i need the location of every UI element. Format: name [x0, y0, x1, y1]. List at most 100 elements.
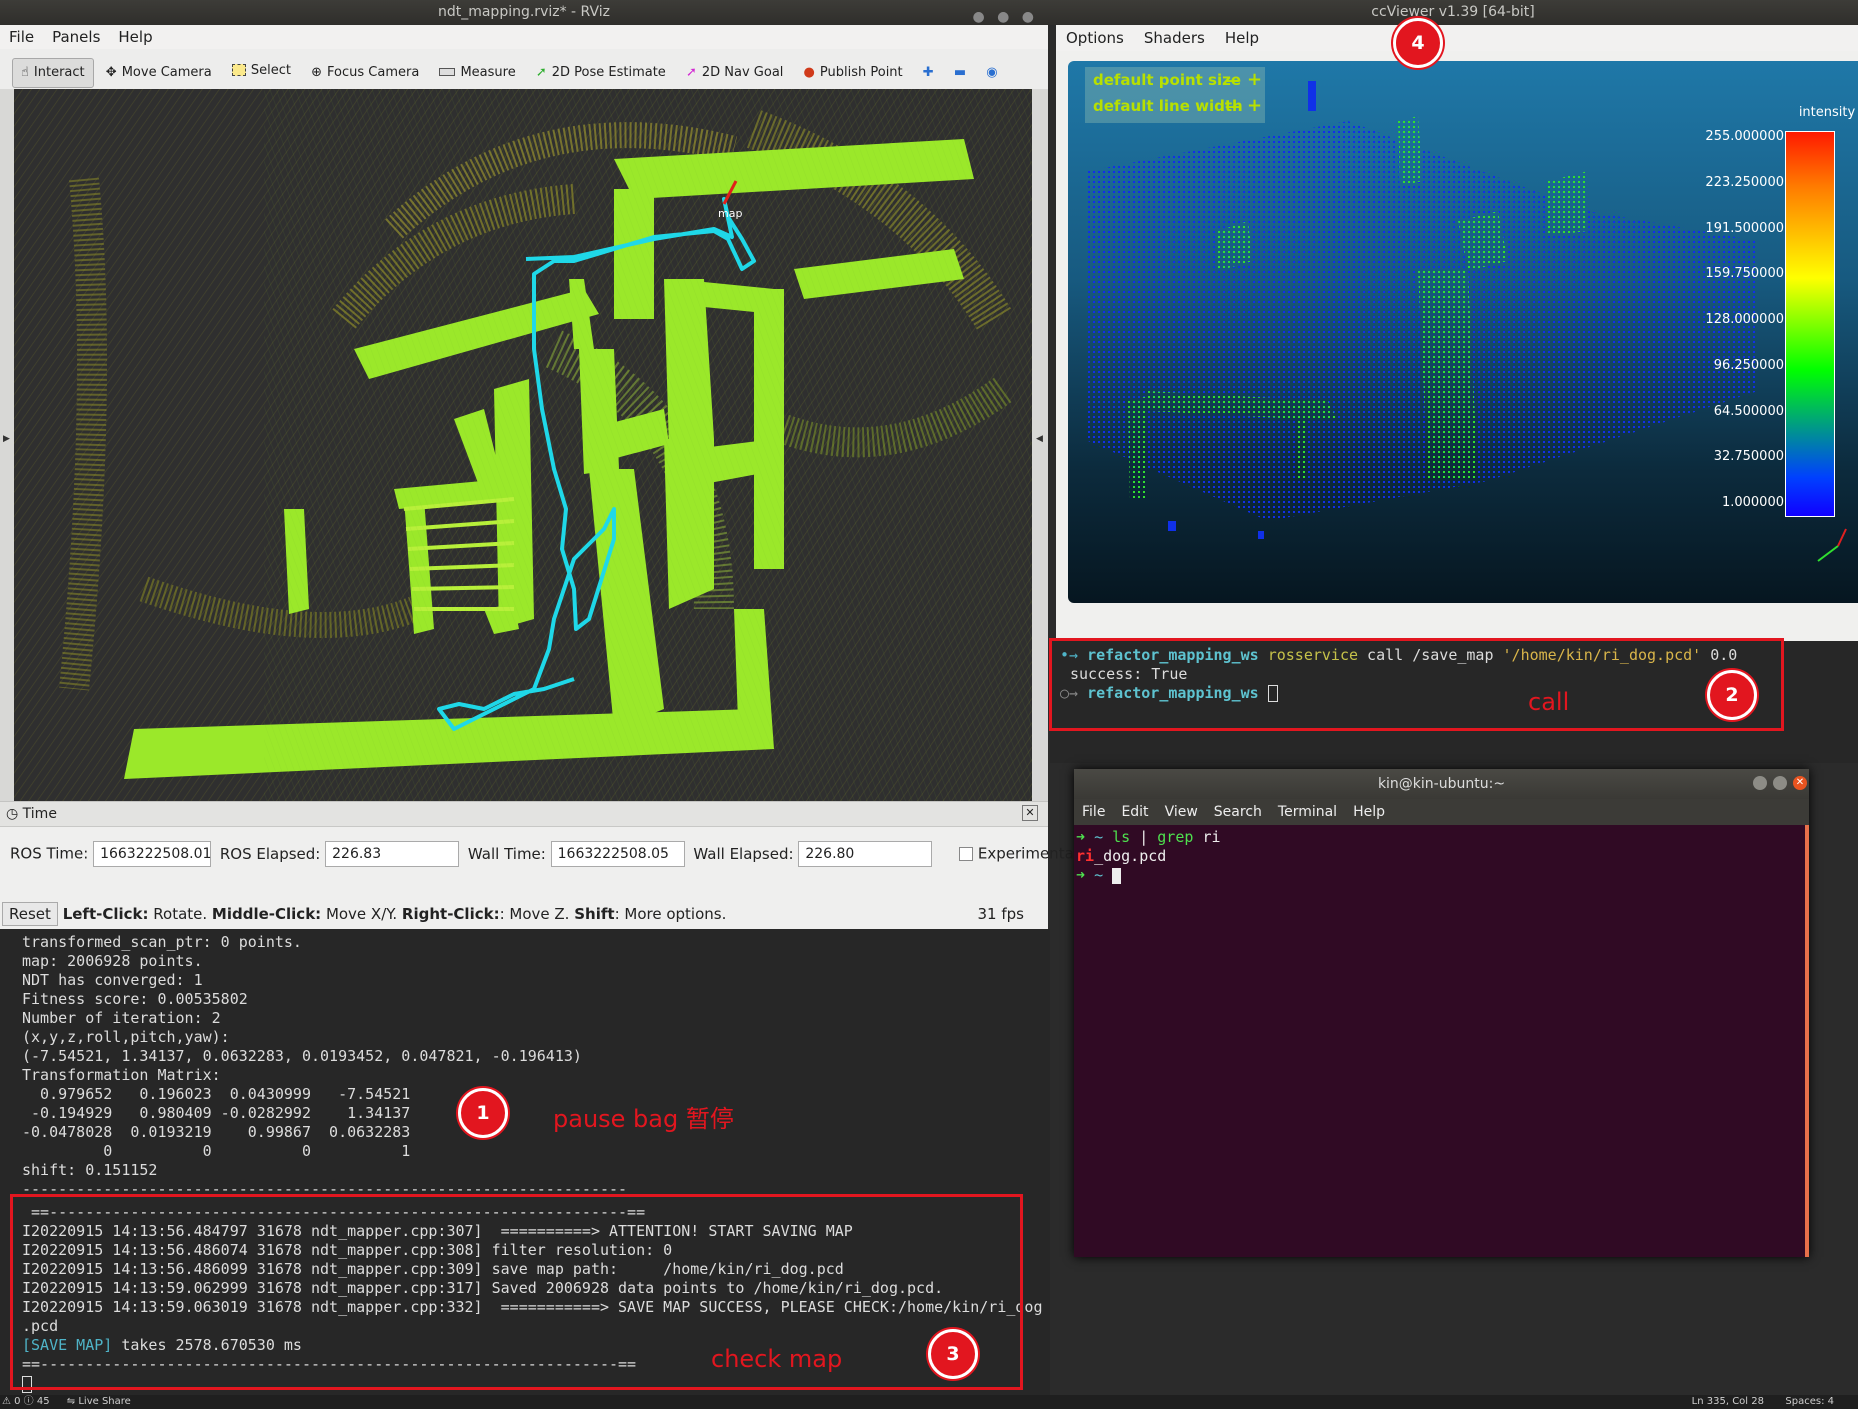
- time-panel-header: ◷ Time ✕: [0, 802, 1048, 827]
- prompt-arrow-icon-3: ➜: [1076, 828, 1095, 846]
- scale-title: intensity: [1798, 105, 1856, 120]
- log-line: (-7.54521, 1.34137, 0.0632283, 0.0193452…: [22, 1047, 582, 1065]
- close-panel-icon[interactable]: ✕: [1022, 805, 1038, 821]
- prompt-tilde-2: ~: [1094, 866, 1104, 884]
- rviz-menubar: File Panels Help: [0, 25, 1048, 49]
- annotation-badge-1: 1: [458, 1088, 508, 1138]
- annotation-badge-4: 4: [1393, 18, 1443, 68]
- cmd-grep: grep: [1157, 828, 1194, 846]
- log-line: -0.0478028 0.0193219 0.99867 0.0632283: [22, 1123, 411, 1141]
- pose-estimate-button[interactable]: ➚ 2D Pose Estimate: [528, 59, 674, 87]
- ubuntu-prompt-line: ➜ ~: [1076, 866, 1122, 885]
- scale-tick-label: 96.250000: [1713, 357, 1784, 373]
- indentation-setting[interactable]: Spaces: 4: [1785, 1395, 1834, 1409]
- wall-elapsed-field[interactable]: 226.80: [798, 841, 933, 867]
- menu-t-view[interactable]: View: [1157, 799, 1206, 825]
- menu-file[interactable]: File: [0, 25, 43, 49]
- select-box-icon: [231, 64, 246, 76]
- problems-counter[interactable]: ⚠ 0 ⓘ 45: [2, 1396, 50, 1407]
- move-camera-button[interactable]: ✥ Move Camera: [98, 59, 220, 87]
- interact-button[interactable]: ☝ Interact: [12, 57, 94, 88]
- menu-help[interactable]: Help: [109, 25, 161, 49]
- clock-icon: ◷: [6, 806, 19, 822]
- editor-status-bar: ⚠ 0 ⓘ 45 ⇋ Live Share Ln 335, Col 28 Spa…: [0, 1395, 1858, 1409]
- live-share-button[interactable]: ⇋ Live Share: [67, 1396, 131, 1407]
- minimize-icon[interactable]: [1753, 776, 1767, 790]
- add-tool-button[interactable]: ✚: [915, 59, 942, 87]
- cursor-block-icon: [1112, 867, 1122, 884]
- time-fields-row: ROS Time: 1663222508.01 ROS Elapsed: 226…: [0, 827, 1078, 881]
- right-dock-handle[interactable]: ◀: [1032, 89, 1048, 801]
- menu-t-search[interactable]: Search: [1206, 799, 1270, 825]
- expand-left-icon[interactable]: ▶: [3, 434, 10, 444]
- measure-button[interactable]: Measure: [431, 58, 523, 86]
- ros-elapsed-field[interactable]: 226.83: [325, 841, 460, 867]
- publish-point-button[interactable]: ● Publish Point: [796, 59, 911, 87]
- close-icon[interactable]: ✕: [1793, 776, 1807, 790]
- ccviewer-title-bar: ccViewer v1.39 [64-bit]: [1048, 0, 1858, 25]
- ros-elapsed-label: ROS Elapsed:: [219, 844, 321, 863]
- ros-time-field[interactable]: 1663222508.01: [93, 841, 211, 867]
- focus-camera-button[interactable]: ⊕ Focus Camera: [303, 59, 427, 87]
- point-size-label: default point size: [1093, 71, 1242, 89]
- menu-options[interactable]: Options: [1056, 25, 1134, 51]
- hand-icon: ☝: [21, 65, 29, 80]
- menu-t-edit[interactable]: Edit: [1113, 799, 1156, 825]
- point-size-minus-button[interactable]: —: [1225, 71, 1240, 89]
- remove-tool-button[interactable]: ▬: [946, 59, 974, 87]
- ls-command-line: ➜ ~ ls | grep ri: [1076, 828, 1221, 847]
- menu-panels[interactable]: Panels: [43, 25, 109, 49]
- scale-tick-label: 255.000000: [1705, 129, 1784, 144]
- hint-middle-click: Middle-Click:: [211, 905, 322, 923]
- rviz-3d-viewport[interactable]: map: [14, 89, 1032, 801]
- log-line: transformed_scan_ptr: 0 points.: [22, 933, 302, 951]
- select-button[interactable]: Select: [224, 56, 299, 84]
- tool-properties-button[interactable]: ◉: [978, 59, 1005, 87]
- log-line: 0 0 0 1: [22, 1142, 411, 1160]
- display-options-overlay: default point size — + default line widt…: [1085, 67, 1265, 123]
- line-width-plus-button[interactable]: +: [1247, 95, 1262, 116]
- menu-shaders[interactable]: Shaders: [1134, 25, 1215, 51]
- magenta-arrow-icon: ➚: [685, 65, 697, 80]
- nav-goal-button[interactable]: ➚ 2D Nav Goal: [678, 59, 791, 87]
- point-cloud-render: map: [14, 89, 1032, 801]
- log-line: Fitness score: 0.00535802: [22, 990, 248, 1008]
- hint-shift-desc: : More options.: [614, 905, 727, 923]
- rviz-title-bar: ndt_mapping.rviz* - RViz ● ● ●: [0, 0, 1048, 25]
- expand-right-icon[interactable]: ◀: [1036, 434, 1043, 444]
- point-size-plus-button[interactable]: +: [1247, 69, 1262, 90]
- reset-button[interactable]: Reset: [2, 902, 58, 926]
- wall-time-field[interactable]: 1663222508.05: [550, 841, 685, 867]
- ros-time-label: ROS Time:: [10, 844, 89, 863]
- map-frame-label: map: [718, 207, 742, 220]
- left-dock-handle[interactable]: ▶: [0, 89, 14, 801]
- maximize-icon[interactable]: [1773, 776, 1787, 790]
- scale-tick-label: 223.250000: [1705, 174, 1784, 190]
- scale-tick-label: 128.000000: [1705, 312, 1784, 327]
- scale-tick-label: 159.750000: [1705, 266, 1784, 282]
- log-line: shift: 0.151152: [22, 1161, 158, 1179]
- ubuntu-terminal-title: kin@kin-ubuntu:~: [1377, 776, 1506, 792]
- log-output: transformed_scan_ptr: 0 points. map: 2006…: [22, 933, 627, 1199]
- time-panel: ◷ Time ✕ ROS Time: 1663222508.01 ROS Ela…: [0, 801, 1078, 930]
- ubuntu-terminal-body[interactable]: ➜ ~ ls | grep ri ri_dog.pcd ➜ ~: [1074, 825, 1809, 1257]
- menu-t-help[interactable]: Help: [1345, 799, 1393, 825]
- rviz-status-bar: Reset Left-Click: Rotate. Middle-Click: …: [0, 900, 1048, 930]
- ccviewer-3d-view[interactable]: default point size — + default line widt…: [1068, 61, 1858, 603]
- line-width-minus-button[interactable]: —: [1225, 97, 1240, 115]
- hint-right-desc: : Move Z.: [499, 905, 575, 923]
- log-line: Transformation Matrix:: [22, 1066, 221, 1084]
- experimental-checkbox[interactable]: [959, 847, 974, 861]
- plus-icon: ✚: [922, 65, 934, 80]
- menu-t-file[interactable]: File: [1074, 799, 1113, 825]
- green-arrow-icon: ➚: [535, 65, 547, 80]
- menu-t-terminal[interactable]: Terminal: [1270, 799, 1345, 825]
- focus-icon: ⊕: [311, 65, 323, 80]
- menu-cc-help[interactable]: Help: [1215, 25, 1269, 51]
- ruler-icon: [439, 68, 456, 76]
- prompt-tilde: ~: [1094, 828, 1104, 846]
- cursor-position[interactable]: Ln 335, Col 28: [1692, 1395, 1764, 1409]
- annotation-badge-2: 2: [1707, 670, 1757, 720]
- grep-arg: ri: [1202, 828, 1221, 846]
- hint-middle-desc: Move X/Y.: [321, 905, 402, 923]
